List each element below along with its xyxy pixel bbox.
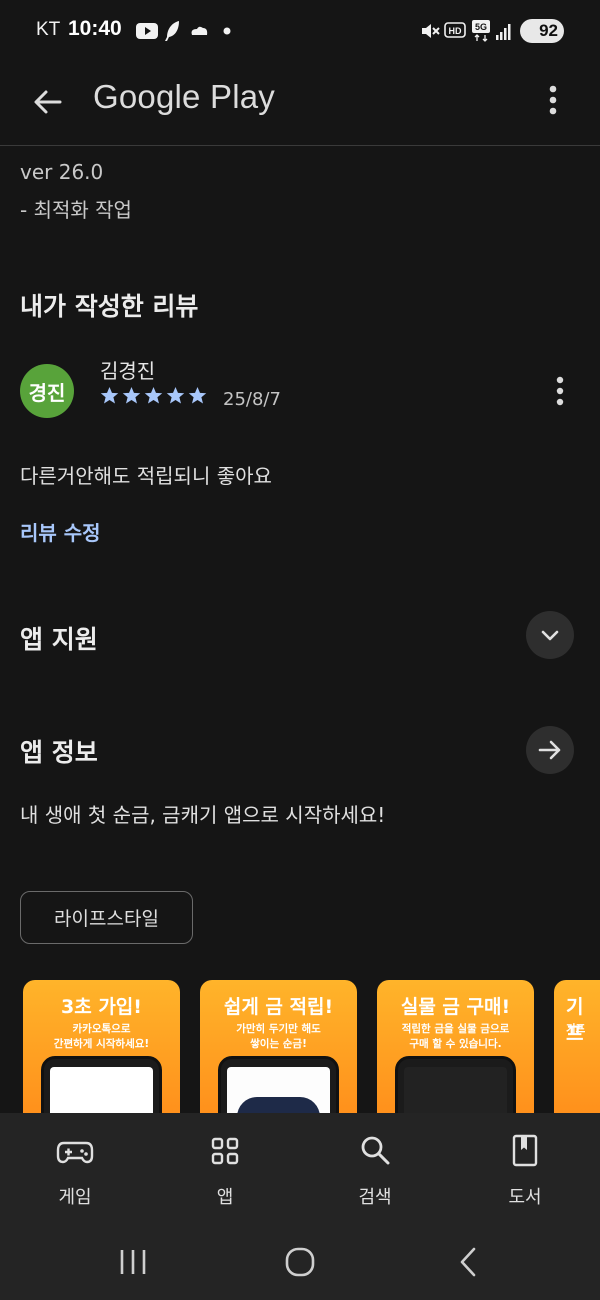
app-bar: Google Play — [0, 62, 600, 146]
screenshot-subtitle-line: 기프 — [566, 1023, 586, 1035]
star-icon — [144, 386, 163, 404]
changelog-text: - 최적화 작업 — [20, 198, 132, 222]
version-text: ver 26.0 — [20, 160, 104, 184]
dot-icon — [223, 27, 231, 35]
screenshot-card[interactable]: 기프 기프 — [554, 980, 600, 1130]
arrow-forward-icon — [538, 740, 561, 760]
screenshot-subtitle: 가만히 두기만 해도 쌓이는 순금! — [206, 1022, 351, 1052]
gamepad-icon — [56, 1141, 94, 1164]
nav-label: 검색 — [358, 1187, 392, 1208]
avatar-text: 경진 — [28, 380, 66, 405]
nav-item-games[interactable]: 게임 — [0, 1113, 150, 1223]
about-app-description: 내 생애 첫 순금, 금캐기 앱으로 시작하세요! — [20, 803, 386, 827]
system-back-icon[interactable] — [452, 1245, 486, 1279]
nav-label: 앱 — [216, 1187, 234, 1208]
screenshot-headline: 실물 금 구매! — [400, 996, 511, 1018]
review-date: 25/8/7 — [223, 389, 281, 410]
nav-label: 도서 — [508, 1187, 542, 1208]
screenshot-subtitle-line: 쌓이는 순금! — [250, 1038, 307, 1050]
screenshot-subtitle: 적립한 금을 실물 금으로 구매 할 수 있습니다. — [383, 1022, 528, 1052]
edit-review-link[interactable]: 리뷰 수정 — [20, 517, 101, 546]
screenshot-subtitle-line: 가만히 두기만 해도 — [236, 1023, 321, 1035]
star-icon — [188, 386, 207, 404]
category-chip[interactable]: 라이프스타일 — [20, 891, 193, 944]
app-support-title[interactable]: 앱 지원 — [20, 620, 98, 656]
screenshot-subtitle-line: 카카오톡으로 — [72, 1023, 131, 1035]
nav-item-books[interactable]: 도서 — [450, 1113, 600, 1223]
youtube-icon — [136, 23, 158, 39]
screenshot-headline: 기프 — [566, 996, 584, 1045]
star-rating — [100, 386, 207, 410]
avatar: 경진 — [20, 364, 74, 418]
nav-item-search[interactable]: 검색 — [300, 1113, 450, 1223]
screenshot-headline: 3초 가입! — [61, 996, 142, 1018]
apps-grid-icon — [211, 1137, 239, 1165]
svg-text:HD: HD — [449, 26, 462, 36]
my-review-heading: 내가 작성한 리뷰 — [20, 292, 199, 321]
star-icon — [122, 386, 141, 404]
feather-icon — [165, 21, 179, 41]
nav-label: 게임 — [58, 1187, 92, 1208]
review-text: 다른거안해도 적립되니 좋아요 — [20, 464, 272, 488]
reviewer-name: 김경진 — [100, 359, 156, 383]
signal-icon — [496, 24, 511, 40]
category-chip-label: 라이프스타일 — [54, 908, 159, 930]
book-icon — [512, 1134, 538, 1167]
about-app-title[interactable]: 앱 정보 — [20, 733, 98, 769]
svg-text:5G: 5G — [475, 22, 487, 32]
screenshot-subtitle-line: 간편하게 시작하세요! — [53, 1038, 150, 1050]
battery-level: 92 — [539, 21, 558, 40]
search-icon — [361, 1136, 390, 1165]
bottom-navigation: 게임 앱 검색 도서 — [0, 1113, 600, 1223]
review-more-icon[interactable] — [546, 372, 574, 410]
cloud-icon — [191, 26, 208, 35]
star-icon — [166, 386, 185, 404]
screenshot-subtitle-line: 적립한 금을 실물 금으로 — [401, 1023, 510, 1035]
battery-icon: 92 — [520, 19, 564, 43]
app-bar-title: Google Play — [93, 78, 275, 115]
screenshot-card[interactable]: 3초 가입! 카카오톡으로 간편하게 시작하세요! — [23, 980, 180, 1130]
arrow-back-icon[interactable] — [26, 80, 70, 124]
screenshot-subtitle-line: 구매 할 수 있습니다. — [409, 1038, 502, 1050]
hd-icon: HD — [444, 22, 466, 38]
clock: 10:40 — [68, 17, 122, 40]
screenshot-card[interactable]: 실물 금 구매! 적립한 금을 실물 금으로 구매 할 수 있습니다. — [377, 980, 534, 1130]
screenshot-subtitle: 기프 — [566, 1022, 594, 1037]
star-icon — [100, 386, 119, 404]
carrier-label: KT — [36, 19, 61, 40]
5g-icon: 5G — [472, 20, 490, 42]
more-vertical-icon[interactable] — [536, 78, 570, 122]
home-icon[interactable] — [282, 1245, 318, 1279]
screenshot-card[interactable]: 쉽게 금 적립! 가만히 두기만 해도 쌓이는 순금! — [200, 980, 357, 1130]
screenshot-subtitle: 카카오톡으로 간편하게 시작하세요! — [29, 1022, 174, 1052]
nav-item-apps[interactable]: 앱 — [150, 1113, 300, 1223]
about-app-button[interactable] — [526, 726, 574, 774]
system-navigation-bar — [0, 1223, 600, 1300]
expand-button[interactable] — [526, 611, 574, 659]
recent-apps-icon[interactable] — [116, 1247, 150, 1277]
screenshot-headline: 쉽게 금 적립! — [223, 996, 334, 1018]
mute-icon — [422, 24, 440, 38]
chevron-down-icon — [541, 630, 559, 641]
status-bar: KT 10:40 HD 5G 92 — [0, 0, 600, 62]
